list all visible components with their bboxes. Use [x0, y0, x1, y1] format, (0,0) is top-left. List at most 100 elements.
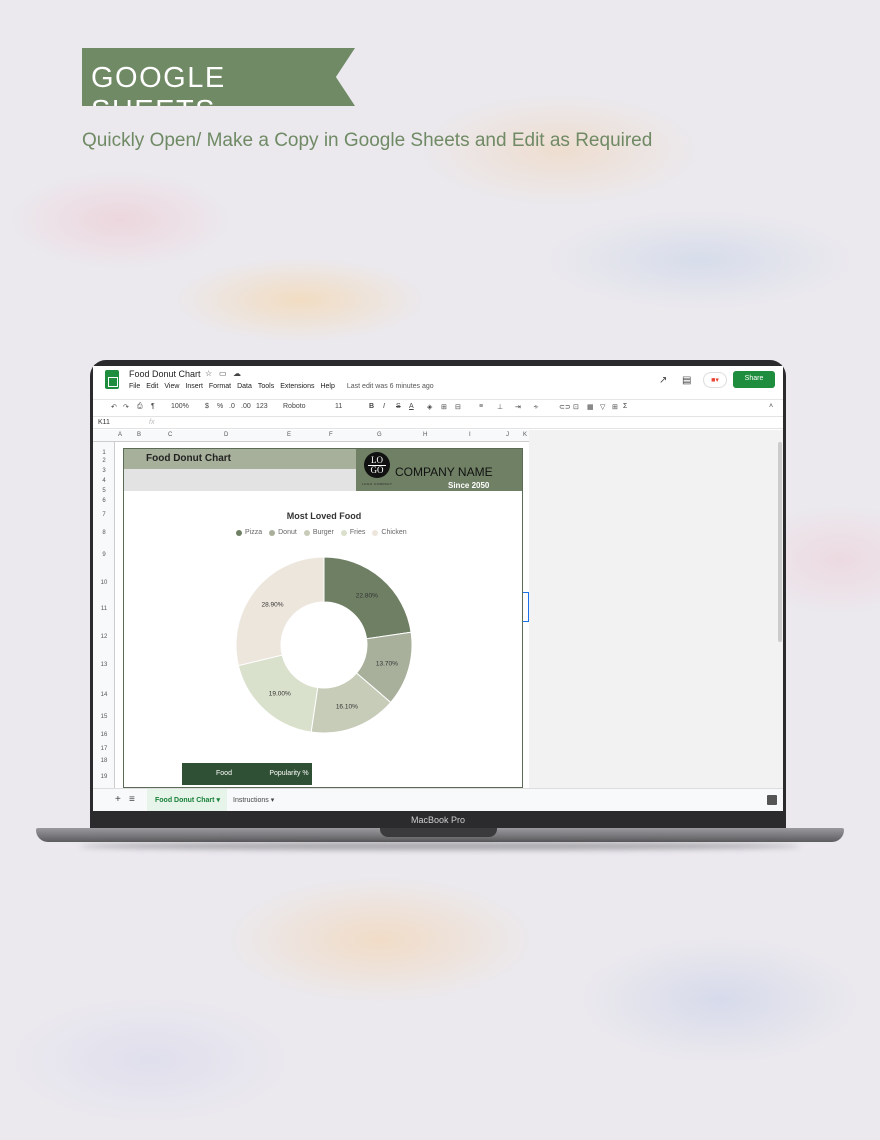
filter-views-icon[interactable]: ⊞	[612, 403, 618, 411]
row-header[interactable]: 5	[93, 488, 115, 494]
grid-empty-area[interactable]	[529, 430, 783, 788]
functions-icon[interactable]: Σ	[623, 403, 627, 410]
meet-icon[interactable]: ■▾	[703, 372, 727, 388]
bold-icon[interactable]: B	[369, 403, 374, 410]
sheets-header: Food Donut Chart ☆ ▭ ☁ File Edit View In…	[93, 366, 783, 396]
comment-icon[interactable]: ▤	[682, 375, 691, 386]
donut-slice-chicken[interactable]	[235, 556, 325, 667]
menu-insert[interactable]: Insert	[185, 383, 203, 390]
strikethrough-icon[interactable]: S	[396, 403, 401, 410]
row-header[interactable]: 6	[93, 498, 115, 504]
share-button[interactable]: Share	[733, 371, 775, 388]
col-header[interactable]: B	[137, 432, 141, 438]
increase-decimal-button[interactable]: .00	[241, 403, 251, 410]
explore-icon[interactable]	[767, 795, 777, 805]
tab-food-donut-chart[interactable]: Food Donut Chart ▾	[147, 789, 227, 811]
col-header[interactable]: C	[168, 432, 172, 438]
cloud-icon[interactable]: ☁	[233, 369, 241, 378]
font-size-select[interactable]: 11	[335, 403, 342, 410]
row-header[interactable]: 8	[93, 530, 115, 536]
row-header[interactable]: 16	[93, 732, 115, 738]
undo-icon[interactable]: ↶	[111, 403, 117, 411]
report-card: Food Donut Chart LO GO LOGO COMPANY COMP…	[123, 448, 523, 788]
percent-button[interactable]: %	[217, 403, 223, 410]
format-select[interactable]: 123	[256, 403, 268, 410]
decrease-decimal-button[interactable]: .0	[229, 403, 235, 410]
cell-selection[interactable]	[523, 592, 529, 622]
wrap-icon[interactable]: ⇥	[515, 403, 521, 411]
text-color-icon[interactable]: A	[409, 403, 414, 410]
subtitle-band	[124, 469, 356, 491]
zoom-select[interactable]: 100%	[171, 403, 189, 410]
name-box[interactable]: K11	[98, 419, 110, 426]
menu-format[interactable]: Format	[209, 383, 231, 390]
trend-icon[interactable]: ↗	[659, 375, 667, 386]
donut-data-label: 28.90%	[262, 601, 284, 608]
row-header[interactable]: 7	[93, 512, 115, 518]
row-header[interactable]: 14	[93, 692, 115, 698]
merge-icon[interactable]: ⊟	[455, 403, 461, 411]
row-header[interactable]: 15	[93, 714, 115, 720]
insert-comment-icon[interactable]: ⊡	[573, 403, 579, 411]
collapse-icon[interactable]: ˄	[769, 403, 773, 410]
toolbar: ↶ ↷ ⎙ ¶ 100% $ % .0 .00 123 Roboto 11 B …	[93, 399, 783, 414]
menu-view[interactable]: View	[164, 383, 179, 390]
italic-icon[interactable]: I	[383, 403, 385, 410]
folder-icon[interactable]: ▭	[219, 369, 227, 378]
insert-chart-icon[interactable]: ▦	[587, 403, 594, 411]
row-header[interactable]: 11	[93, 606, 115, 612]
row-header[interactable]: 13	[93, 662, 115, 668]
filter-icon[interactable]: ▽	[600, 403, 605, 411]
print-icon[interactable]: ⎙	[137, 403, 143, 411]
row-header[interactable]: 17	[93, 746, 115, 752]
col-header[interactable]: I	[469, 432, 471, 438]
align-icon[interactable]: ≡	[479, 403, 483, 410]
col-header[interactable]: D	[224, 432, 228, 438]
all-sheets-icon[interactable]: ≡	[129, 794, 135, 805]
legend-item: Donut	[269, 529, 297, 536]
col-header[interactable]: A	[118, 432, 122, 438]
link-icon[interactable]: ⊂⊃	[559, 403, 571, 411]
menu-data[interactable]: Data	[237, 383, 252, 390]
row-header[interactable]: 9	[93, 552, 115, 558]
row-header[interactable]: 18	[93, 758, 115, 764]
row-header[interactable]: 10	[93, 580, 115, 586]
menu-edit[interactable]: Edit	[146, 383, 158, 390]
col-header[interactable]: F	[329, 432, 333, 438]
row-header[interactable]: 12	[93, 634, 115, 640]
sheets-logo-icon[interactable]	[105, 370, 119, 389]
col-header[interactable]: H	[423, 432, 427, 438]
add-sheet-icon[interactable]: +	[115, 794, 121, 805]
rotate-icon[interactable]: ∻	[533, 403, 539, 411]
tab-instructions[interactable]: Instructions ▾	[233, 796, 274, 804]
row-header[interactable]: 4	[93, 478, 115, 484]
table-header-food: Food	[182, 763, 266, 785]
row-header[interactable]: 19	[93, 774, 115, 780]
donut-chart[interactable]: 22.80% 13.70% 16.10% 19.00% 28.90%	[234, 545, 414, 745]
col-header[interactable]: G	[377, 432, 382, 438]
chart-legend: Pizza Donut Burger Fries Chicken	[236, 529, 407, 536]
menu-extensions[interactable]: Extensions	[280, 383, 314, 390]
row-header[interactable]: 3	[93, 468, 115, 474]
col-header[interactable]: K	[523, 432, 527, 438]
vertical-scrollbar[interactable]	[778, 442, 782, 642]
borders-icon[interactable]: ⊞	[441, 403, 447, 411]
logo-text-top: LO	[371, 455, 383, 465]
currency-button[interactable]: $	[205, 403, 209, 410]
row-header[interactable]: 2	[93, 458, 115, 464]
fill-color-icon[interactable]: ◈	[427, 403, 432, 411]
font-select[interactable]: Roboto	[283, 403, 306, 410]
menu-tools[interactable]: Tools	[258, 383, 274, 390]
row-header[interactable]: 1	[93, 450, 115, 456]
menu-help[interactable]: Help	[320, 383, 334, 390]
star-icon[interactable]: ☆	[205, 369, 212, 378]
paint-format-icon[interactable]: ¶	[151, 403, 155, 410]
col-header[interactable]: E	[287, 432, 291, 438]
redo-icon[interactable]: ↷	[123, 403, 129, 411]
menu-file[interactable]: File	[129, 383, 140, 390]
doc-title[interactable]: Food Donut Chart	[129, 369, 201, 379]
col-header[interactable]: J	[506, 432, 509, 438]
sheet-tabs-bar: + ≡ Food Donut Chart ▾ Instructions ▾	[93, 788, 783, 811]
valign-icon[interactable]: ⊥	[497, 403, 503, 411]
last-edit-text[interactable]: Last edit was 6 minutes ago	[347, 383, 434, 390]
